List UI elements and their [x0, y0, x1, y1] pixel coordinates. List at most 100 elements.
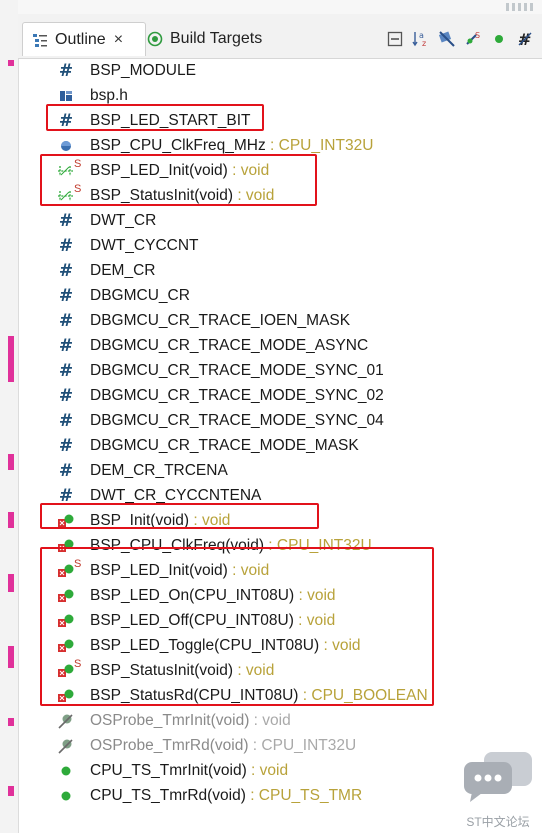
outline-item-name: BSP_StatusRd(CPU_INT08U)	[90, 686, 299, 704]
outline-item-type: : CPU_INT32U	[264, 536, 372, 554]
outline-item-icon	[56, 711, 76, 731]
outline-item-icon: #	[56, 361, 76, 381]
outline-item-text: BSP_LED_Toggle(CPU_INT08U) : void	[90, 637, 361, 655]
outline-item[interactable]: # DBGMCU_CR_TRACE_MODE_SYNC_04	[18, 408, 542, 433]
outline-item[interactable]: # DBGMCU_CR_TRACE_IOEN_MASK	[18, 308, 542, 333]
close-icon[interactable]: ×	[114, 31, 123, 49]
outline-item[interactable]: bsp.h	[18, 83, 542, 108]
macro-icon: #	[58, 335, 74, 356]
outline-item-type: : CPU_BOOLEAN	[298, 686, 428, 704]
outline-item-icon: #	[56, 436, 76, 456]
gutter-marker	[8, 60, 14, 66]
private-function-icon	[58, 539, 74, 552]
outline-item-name: DWT_CYCCNT	[90, 236, 199, 254]
svg-text:z: z	[422, 39, 426, 48]
static-badge: S	[74, 158, 82, 170]
macro-icon: #	[58, 460, 74, 481]
static-badge: S	[74, 658, 82, 670]
outline-item-type: : void	[227, 561, 270, 579]
outline-item[interactable]: BSP_Init(void) : void	[18, 508, 542, 533]
hide-static-members-icon[interactable]: S	[462, 28, 484, 50]
outline-item[interactable]: OSProbe_TmrInit(void) : void	[18, 708, 542, 733]
sort-alphabetically-icon[interactable]: az	[410, 28, 432, 50]
outline-item-type: : void	[227, 161, 270, 179]
outline-item[interactable]: # DEM_CR_TRCENA	[18, 458, 542, 483]
include-file-icon	[60, 90, 72, 101]
outline-item-name: BSP_CPU_ClkFreq_MHz	[90, 136, 266, 154]
macro-icon: #	[58, 485, 74, 506]
outline-item[interactable]: # DBGMCU_CR	[18, 283, 542, 308]
outline-item[interactable]: # DWT_CR_CYCCNTENA	[18, 483, 542, 508]
outline-item-text: BSP_CPU_ClkFreq(void) : CPU_INT32U	[90, 537, 372, 555]
outline-item[interactable]: # DBGMCU_CR_TRACE_MODE_SYNC_01	[18, 358, 542, 383]
outline-item-text: BSP_MODULE	[90, 62, 196, 80]
macro-icon: #	[58, 110, 74, 131]
outline-item-text: CPU_TS_TmrInit(void) : void	[90, 762, 288, 780]
outline-item-icon	[56, 586, 76, 606]
outline-item[interactable]: # DBGMCU_CR_TRACE_MODE_ASYNC	[18, 333, 542, 358]
excluded-function-icon	[58, 738, 73, 754]
outline-item[interactable]: BSP_CPU_ClkFreq(void) : CPU_INT32U	[18, 533, 542, 558]
outline-item-text: DWT_CYCCNT	[90, 237, 199, 255]
outline-item-type: : CPU_INT32U	[248, 736, 357, 754]
private-static-function-icon	[58, 564, 74, 577]
outline-item[interactable]: # DBGMCU_CR_TRACE_MODE_SYNC_02	[18, 383, 542, 408]
outline-item-icon: #	[56, 486, 76, 506]
outline-item[interactable]: # DWT_CR	[18, 208, 542, 233]
outline-item-type: : CPU_INT32U	[265, 136, 374, 154]
gutter-marker	[8, 718, 14, 726]
outline-item[interactable]: BSP_StatusRd(CPU_INT08U) : CPU_BOOLEAN	[18, 683, 542, 708]
outline-item[interactable]: BSP_CPU_ClkFreq_MHz : CPU_INT32U	[18, 133, 542, 158]
outline-item[interactable]: BSP_LED_Toggle(CPU_INT08U) : void	[18, 633, 542, 658]
tab-build-targets[interactable]: Build Targets	[146, 22, 262, 56]
macro-icon: #	[58, 260, 74, 281]
outline-item-text: bsp.h	[90, 87, 128, 105]
outline-item-name: BSP_LED_Init(void)	[90, 161, 228, 179]
chat-bubble-icon	[464, 752, 532, 802]
macro-icon: #	[58, 235, 74, 256]
outline-item-name: DWT_CR	[90, 211, 157, 229]
macro-icon: #	[58, 435, 74, 456]
tab-outline-label: Outline	[55, 30, 106, 48]
outline-item[interactable]: # DEM_CR	[18, 258, 542, 283]
outline-item[interactable]: S BSP_StatusInit(void) : void	[18, 658, 542, 683]
outline-item-name: BSP_Init(void)	[90, 511, 190, 529]
outline-item[interactable]: S BSP_StatusInit(void) : void	[18, 183, 542, 208]
hide-fields-icon[interactable]	[436, 28, 458, 50]
outline-item-icon: #	[56, 411, 76, 431]
outline-item-text: BSP_LED_On(CPU_INT08U) : void	[90, 587, 336, 605]
outline-item[interactable]: # BSP_MODULE	[18, 58, 542, 83]
hide-non-public-icon[interactable]	[488, 28, 510, 50]
outline-item-icon	[56, 511, 76, 531]
collapse-all-icon[interactable]	[384, 28, 406, 50]
outline-item-name: BSP_LED_Toggle(CPU_INT08U)	[90, 636, 320, 654]
outline-item-text: DEM_CR	[90, 262, 155, 280]
drag-handle[interactable]	[506, 3, 534, 11]
outline-item-name: BSP_MODULE	[90, 61, 196, 79]
outline-item[interactable]: BSP_LED_Off(CPU_INT08U) : void	[18, 608, 542, 633]
outline-item[interactable]: # BSP_LED_START_BIT	[18, 108, 542, 133]
outline-item[interactable]: S BSP_LED_Init(void) : void	[18, 158, 542, 183]
macro-icon: #	[58, 385, 74, 406]
outline-item[interactable]: S BSP_LED_Init(void) : void	[18, 558, 542, 583]
outline-item-icon: #	[56, 386, 76, 406]
outline-item-icon	[56, 536, 76, 556]
outline-item-text: CPU_TS_TmrRd(void) : CPU_TS_TMR	[90, 787, 362, 805]
outline-item[interactable]: # DWT_CYCCNT	[18, 233, 542, 258]
outline-item-icon: #	[56, 261, 76, 281]
outline-item-text: DBGMCU_CR_TRACE_MODE_MASK	[90, 437, 359, 455]
outline-item-text: BSP_StatusInit(void) : void	[90, 662, 274, 680]
macro-icon: #	[58, 360, 74, 381]
macro-icon: #	[58, 410, 74, 431]
private-function-icon	[58, 514, 74, 527]
outline-item-text: BSP_CPU_ClkFreq_MHz : CPU_INT32U	[90, 137, 373, 155]
outline-item-text: DEM_CR_TRCENA	[90, 462, 228, 480]
outline-item-text: OSProbe_TmrInit(void) : void	[90, 712, 291, 730]
outline-item-name: DBGMCU_CR_TRACE_MODE_MASK	[90, 436, 359, 454]
outline-item[interactable]: BSP_LED_On(CPU_INT08U) : void	[18, 583, 542, 608]
outline-item-name: OSProbe_TmrRd(void)	[90, 736, 249, 754]
outline-item-text: BSP_LED_Init(void) : void	[90, 162, 269, 180]
outline-item[interactable]: # DBGMCU_CR_TRACE_MODE_MASK	[18, 433, 542, 458]
tab-outline[interactable]: Outline ×	[22, 22, 146, 56]
hide-macros-icon[interactable]: #	[514, 28, 536, 50]
